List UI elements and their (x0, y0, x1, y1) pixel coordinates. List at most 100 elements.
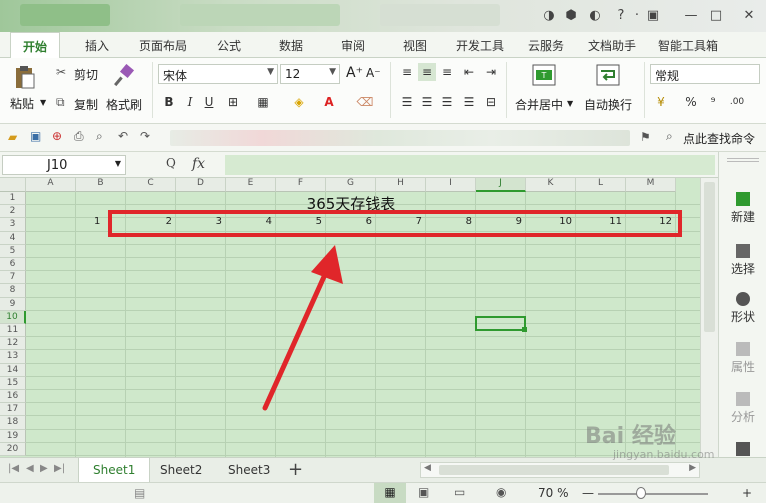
search-icon[interactable]: ⌕ (666, 129, 673, 144)
row-header-10[interactable]: 10 (0, 310, 26, 324)
row-header-2[interactable]: 2 (0, 205, 26, 219)
skin-icon[interactable]: ◑ (540, 8, 558, 23)
decimal-increase-icon[interactable]: .00 (728, 93, 746, 111)
row-header-19[interactable]: 19 (0, 429, 26, 443)
page-layout-view-icon[interactable]: ▭ (454, 485, 465, 499)
column-header-e[interactable]: E (226, 178, 276, 192)
column-header-h[interactable]: H (376, 178, 426, 192)
row-header-1[interactable]: 1 (0, 192, 26, 206)
scroll-thumb[interactable] (704, 182, 715, 332)
open-folder-icon[interactable]: ▰ (8, 130, 17, 144)
align-top-icon[interactable]: ≡ (398, 63, 416, 81)
distribute-icon[interactable]: ⊟ (482, 93, 500, 111)
column-header-c[interactable]: C (126, 178, 176, 192)
undo-icon[interactable]: ↶ (118, 129, 128, 143)
row-header-3[interactable]: 3 (0, 218, 26, 232)
row-header-12[interactable]: 12 (0, 337, 26, 351)
formula-input[interactable] (225, 155, 715, 175)
paste-dropdown-icon[interactable]: ▼ (40, 98, 46, 107)
row-header-7[interactable]: 7 (0, 271, 26, 285)
align-bottom-icon[interactable]: ≡ (438, 63, 456, 81)
merge-center-button[interactable]: 合并居中 (515, 96, 563, 113)
print-preview-icon[interactable]: ⌕ (96, 129, 103, 144)
font-size-select[interactable]: 12 ▼ (280, 64, 340, 84)
column-header-m[interactable]: M (626, 178, 676, 192)
row-header-15[interactable]: 15 (0, 376, 26, 390)
tab-insert[interactable]: 插入 (85, 37, 109, 54)
normal-view-icon[interactable]: ▦ (374, 483, 406, 503)
vertical-scrollbar[interactable] (700, 178, 718, 457)
fill-handle[interactable] (522, 327, 527, 332)
tab-data[interactable]: 数据 (279, 37, 303, 54)
reading-mode-icon[interactable]: ◉ (496, 485, 506, 499)
tab-formulas[interactable]: 公式 (217, 37, 241, 54)
cut-icon[interactable]: ✂ (56, 65, 66, 79)
wrap-text-button[interactable]: 自动换行 (584, 96, 632, 113)
maximize-icon[interactable]: □ (707, 8, 725, 23)
grow-font-button[interactable]: A⁺ (346, 65, 363, 81)
export-icon[interactable]: ⊕ (52, 129, 62, 143)
fill-color-icon[interactable]: ◈ (290, 93, 308, 111)
select-all-corner[interactable] (0, 178, 26, 192)
number-format-select[interactable]: 常规 (650, 64, 760, 84)
side-analyze[interactable]: 分析 (719, 392, 766, 425)
column-header-i[interactable]: I (426, 178, 476, 192)
row-header-9[interactable]: 9 (0, 297, 26, 311)
settings-icon[interactable]: ⬢ (562, 8, 580, 23)
side-select[interactable]: 选择 (719, 244, 766, 277)
column-header-g[interactable]: G (326, 178, 376, 192)
save-icon[interactable]: ▣ (30, 129, 41, 143)
align-middle-icon[interactable]: ≡ (418, 63, 436, 81)
underline-button[interactable]: U (200, 93, 218, 111)
paste-label[interactable]: 粘贴 (10, 95, 34, 112)
wrap-text-icon[interactable] (596, 64, 620, 89)
sheet-tab-2[interactable]: Sheet2 (146, 458, 216, 482)
row-header-11[interactable]: 11 (0, 324, 26, 338)
zoom-level[interactable]: 70 % (538, 486, 569, 500)
row-header-16[interactable]: 16 (0, 390, 26, 404)
align-left-icon[interactable]: ☰ (398, 93, 416, 111)
add-sheet-button[interactable]: + (288, 459, 303, 480)
side-shape[interactable]: 形状 (719, 292, 766, 325)
tab-doc-assistant[interactable]: 文档助手 (588, 37, 636, 54)
macro-icon[interactable]: ▤ (134, 486, 145, 500)
page-break-view-icon[interactable]: ▣ (418, 485, 429, 499)
indent-decrease-icon[interactable]: ⇤ (460, 63, 478, 81)
column-header-d[interactable]: D (176, 178, 226, 192)
last-sheet-icon[interactable]: ▶| (54, 463, 65, 474)
shrink-font-button[interactable]: A⁻ (366, 66, 381, 80)
fill-pattern-icon[interactable]: ▦ (254, 93, 272, 111)
collapse-ribbon-icon[interactable]: ⚑ (640, 130, 651, 144)
row-header-18[interactable]: 18 (0, 416, 26, 430)
row-header-5[interactable]: 5 (0, 244, 26, 258)
column-header-j[interactable]: J (476, 178, 526, 192)
tab-home[interactable]: 开始 (10, 32, 61, 58)
zoom-slider[interactable] (598, 493, 708, 495)
format-painter-icon[interactable] (112, 63, 136, 91)
bold-button[interactable]: B (160, 93, 178, 111)
tab-page-layout[interactable]: 页面布局 (139, 37, 187, 54)
row-header-4[interactable]: 4 (0, 231, 26, 245)
name-box[interactable]: J10 ▼ (2, 155, 126, 175)
redo-icon[interactable]: ↷ (140, 129, 150, 143)
share-icon[interactable]: ◐ (586, 8, 604, 23)
row-header-14[interactable]: 14 (0, 363, 26, 377)
column-header-a[interactable]: A (26, 178, 76, 192)
thousands-separator-button[interactable]: ⁹ (704, 93, 722, 111)
row-header-20[interactable]: 20 (0, 442, 26, 456)
percent-button[interactable]: % (682, 93, 700, 111)
horizontal-scrollbar[interactable]: ◀ ▶ (420, 462, 700, 478)
indent-increase-icon[interactable]: ⇥ (482, 63, 500, 81)
merge-dropdown-icon[interactable]: ▼ (567, 99, 573, 108)
tab-view[interactable]: 视图 (403, 37, 427, 54)
copy-button[interactable]: 复制 (74, 96, 98, 113)
restore-window-icon[interactable]: ▣ (644, 8, 662, 23)
merge-center-icon[interactable]: T (532, 64, 556, 89)
zoom-formula-icon[interactable]: Q (166, 156, 176, 170)
paste-button[interactable] (12, 64, 38, 93)
zoom-slider-knob[interactable] (636, 487, 646, 499)
print-icon[interactable]: ⎙ (74, 129, 84, 144)
font-color-icon[interactable]: A (320, 93, 338, 111)
column-header-l[interactable]: L (576, 178, 626, 192)
sheet-tab-3[interactable]: Sheet3 (214, 458, 284, 482)
